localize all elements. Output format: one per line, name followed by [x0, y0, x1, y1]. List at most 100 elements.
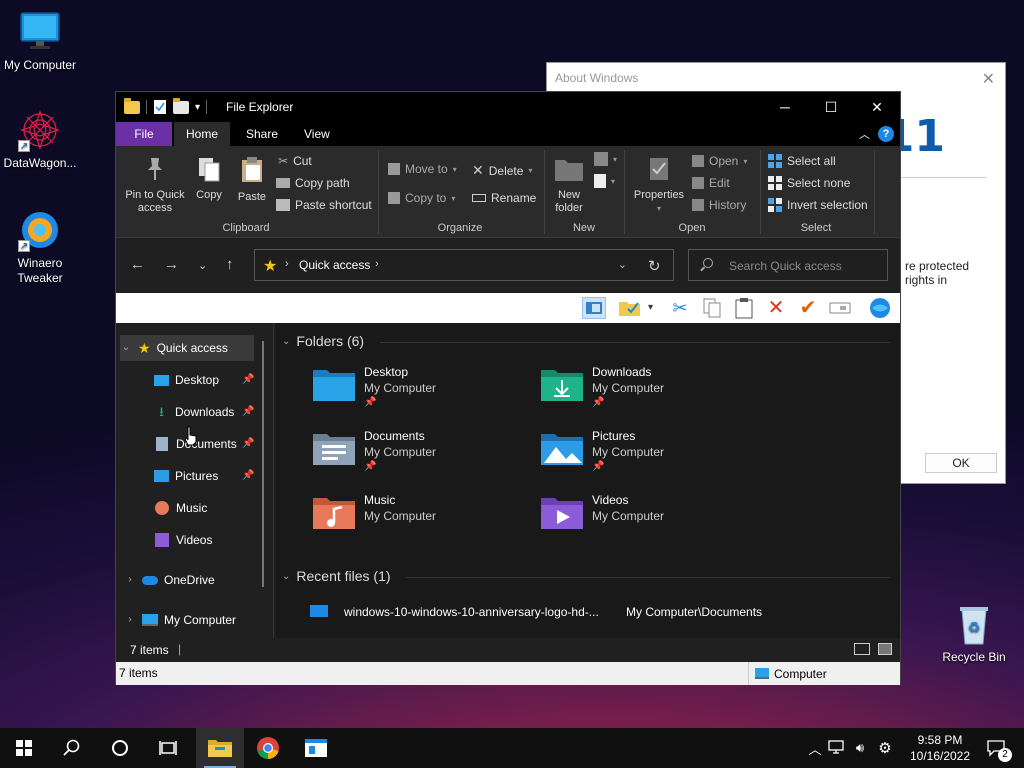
desktop-icon-datawagon[interactable]: ↗ DataWagon... [0, 108, 80, 170]
address-field[interactable]: ★ › Quick access › ⌄ [254, 249, 674, 281]
network-icon[interactable] [824, 739, 848, 757]
new-item-button[interactable]: ▾ [594, 152, 617, 166]
divider: | [178, 642, 182, 656]
properties-button[interactable]: Properties ▾ [630, 156, 688, 215]
pin-to-quick-access-button[interactable]: Pin to Quick access [122, 156, 188, 215]
forward-arrow-icon[interactable]: → [164, 256, 179, 273]
close-button[interactable]: ✕ [854, 92, 900, 122]
delete-button[interactable]: ✕ Delete ▾ [472, 162, 532, 179]
checkmark-icon[interactable]: ✔ [796, 297, 820, 319]
nav-item-documents[interactable]: Documents 📌 [154, 431, 264, 457]
maximize-button[interactable]: ☐ [808, 92, 854, 122]
item-count-bottom: 7 items [119, 666, 158, 680]
folders-section-header[interactable]: ⌄ Folders (6) [282, 333, 364, 349]
preview-pane-icon[interactable] [582, 297, 606, 319]
rename-button[interactable]: Rename [472, 191, 536, 205]
delete-icon[interactable]: ✕ [764, 297, 788, 319]
folder-item-music[interactable]: Music My Computer [312, 493, 532, 549]
gear-icon[interactable]: ⚙ [872, 739, 898, 757]
large-icons-view-icon[interactable] [878, 643, 892, 655]
start-button[interactable] [0, 728, 48, 768]
show-hidden-icons-chevron-icon[interactable]: ︿ [806, 739, 824, 758]
nav-item-my-computer[interactable]: › My Computer [124, 607, 264, 633]
taskbar-clock[interactable]: 9:58 PM 10/16/2022 [902, 732, 978, 764]
action-center-button[interactable]: 2 [978, 728, 1014, 768]
folder-item-desktop[interactable]: Desktop My Computer 📌 [312, 365, 532, 421]
up-arrow-icon[interactable]: ↑ [226, 256, 234, 273]
nav-item-videos[interactable]: Videos [154, 527, 264, 553]
nav-item-quick-access[interactable]: ⌄ ★ Quick access [120, 335, 254, 361]
copy-path-button[interactable]: Copy path [276, 176, 350, 190]
new-folder-button[interactable]: New folder [550, 156, 588, 215]
copy-icon[interactable] [700, 297, 724, 319]
help-icon[interactable]: ? [878, 126, 894, 142]
tab-share[interactable]: Share [234, 122, 290, 146]
globe-icon[interactable] [868, 297, 892, 319]
desktop-icon-my-computer[interactable]: My Computer [0, 10, 80, 72]
minimize-button[interactable]: ─ [762, 92, 808, 122]
copy-to-button[interactable]: Copy to ▾ [388, 191, 455, 205]
copy-button[interactable]: Copy [192, 156, 226, 202]
cortana-button[interactable] [96, 728, 144, 768]
customize-toolbar-icon[interactable]: ▾ [195, 102, 200, 113]
taskbar-file-explorer[interactable] [196, 728, 244, 768]
nav-item-downloads[interactable]: ⭳ Downloads 📌 [154, 399, 264, 425]
details-view-icon[interactable] [854, 643, 870, 655]
move-to-button[interactable]: Move to ▾ [388, 162, 457, 176]
desktop-icon-recycle-bin[interactable]: ♻ Recycle Bin [934, 602, 1014, 664]
cut-button[interactable]: ✂ Cut [278, 154, 312, 168]
refresh-icon[interactable]: ↻ [648, 257, 661, 275]
nav-item-desktop[interactable]: Desktop 📌 [154, 367, 264, 393]
image-file-icon [310, 605, 328, 617]
close-icon[interactable]: ✕ [982, 69, 995, 89]
history-button[interactable]: History [692, 198, 746, 212]
folder-item-documents[interactable]: Documents My Computer 📌 [312, 429, 532, 485]
invert-selection-button[interactable]: Invert selection [768, 198, 868, 212]
invert-selection-icon [768, 198, 782, 212]
paste-icon[interactable] [732, 297, 756, 319]
clipboard-group-label: Clipboard [222, 222, 270, 234]
tab-view[interactable]: View [292, 122, 342, 146]
tab-home[interactable]: Home [174, 122, 231, 146]
taskbar-about-windows[interactable] [292, 728, 340, 768]
desktop-icon-winaero-tweaker[interactable]: ↗ Winaero Tweaker [0, 208, 80, 286]
task-view-button[interactable] [144, 728, 192, 768]
volume-icon[interactable]: 🔊︎ [848, 740, 872, 756]
ok-button[interactable]: OK [925, 453, 997, 473]
easy-access-button[interactable]: ▾ [594, 174, 615, 188]
properties-check-icon[interactable] [153, 99, 167, 115]
paste-icon [242, 157, 262, 182]
properties-label: Properties [633, 189, 685, 201]
chrome-icon [257, 737, 279, 759]
folder-item-videos[interactable]: Videos My Computer [540, 493, 760, 549]
edit-button[interactable]: Edit [692, 176, 730, 190]
folder-check-icon[interactable] [618, 297, 642, 319]
hand-cursor-icon [184, 426, 198, 449]
cut-icon[interactable]: ✂ [668, 297, 692, 319]
select-none-button[interactable]: Select none [768, 176, 850, 190]
notification-count-badge: 2 [998, 748, 1012, 762]
paste-button[interactable]: Paste [234, 156, 270, 204]
folder-item-downloads[interactable]: Downloads My Computer 📌 [540, 365, 760, 421]
search-button[interactable] [48, 728, 96, 768]
open-button[interactable]: Open ▾ [692, 154, 747, 168]
new-folder-icon[interactable] [173, 97, 189, 114]
taskbar-chrome[interactable] [244, 728, 292, 768]
back-arrow-icon[interactable]: ← [130, 256, 145, 273]
move-to-icon [388, 163, 400, 175]
nav-item-onedrive[interactable]: › OneDrive [124, 567, 254, 593]
recent-files-section-header[interactable]: ⌄ Recent files (1) [282, 568, 391, 584]
copy-label: Copy [196, 189, 222, 201]
paste-shortcut-button[interactable]: Paste shortcut [276, 198, 372, 212]
rename-icon[interactable] [828, 297, 852, 319]
select-all-button[interactable]: Select all [768, 154, 836, 168]
collapse-ribbon-icon[interactable]: ︿ [859, 126, 870, 142]
folder-location: My Computer [592, 381, 665, 395]
nav-item-pictures[interactable]: Pictures 📌 [154, 463, 264, 489]
folder-item-pictures[interactable]: Pictures My Computer 📌 [540, 429, 760, 485]
address-dropdown-icon[interactable]: ⌄ [618, 258, 627, 271]
search-box[interactable]: Search Quick access [688, 249, 888, 281]
recent-locations-chevron-icon[interactable]: ⌄ [198, 259, 207, 272]
tab-file[interactable]: File [116, 122, 172, 146]
nav-item-music[interactable]: Music [154, 495, 264, 521]
